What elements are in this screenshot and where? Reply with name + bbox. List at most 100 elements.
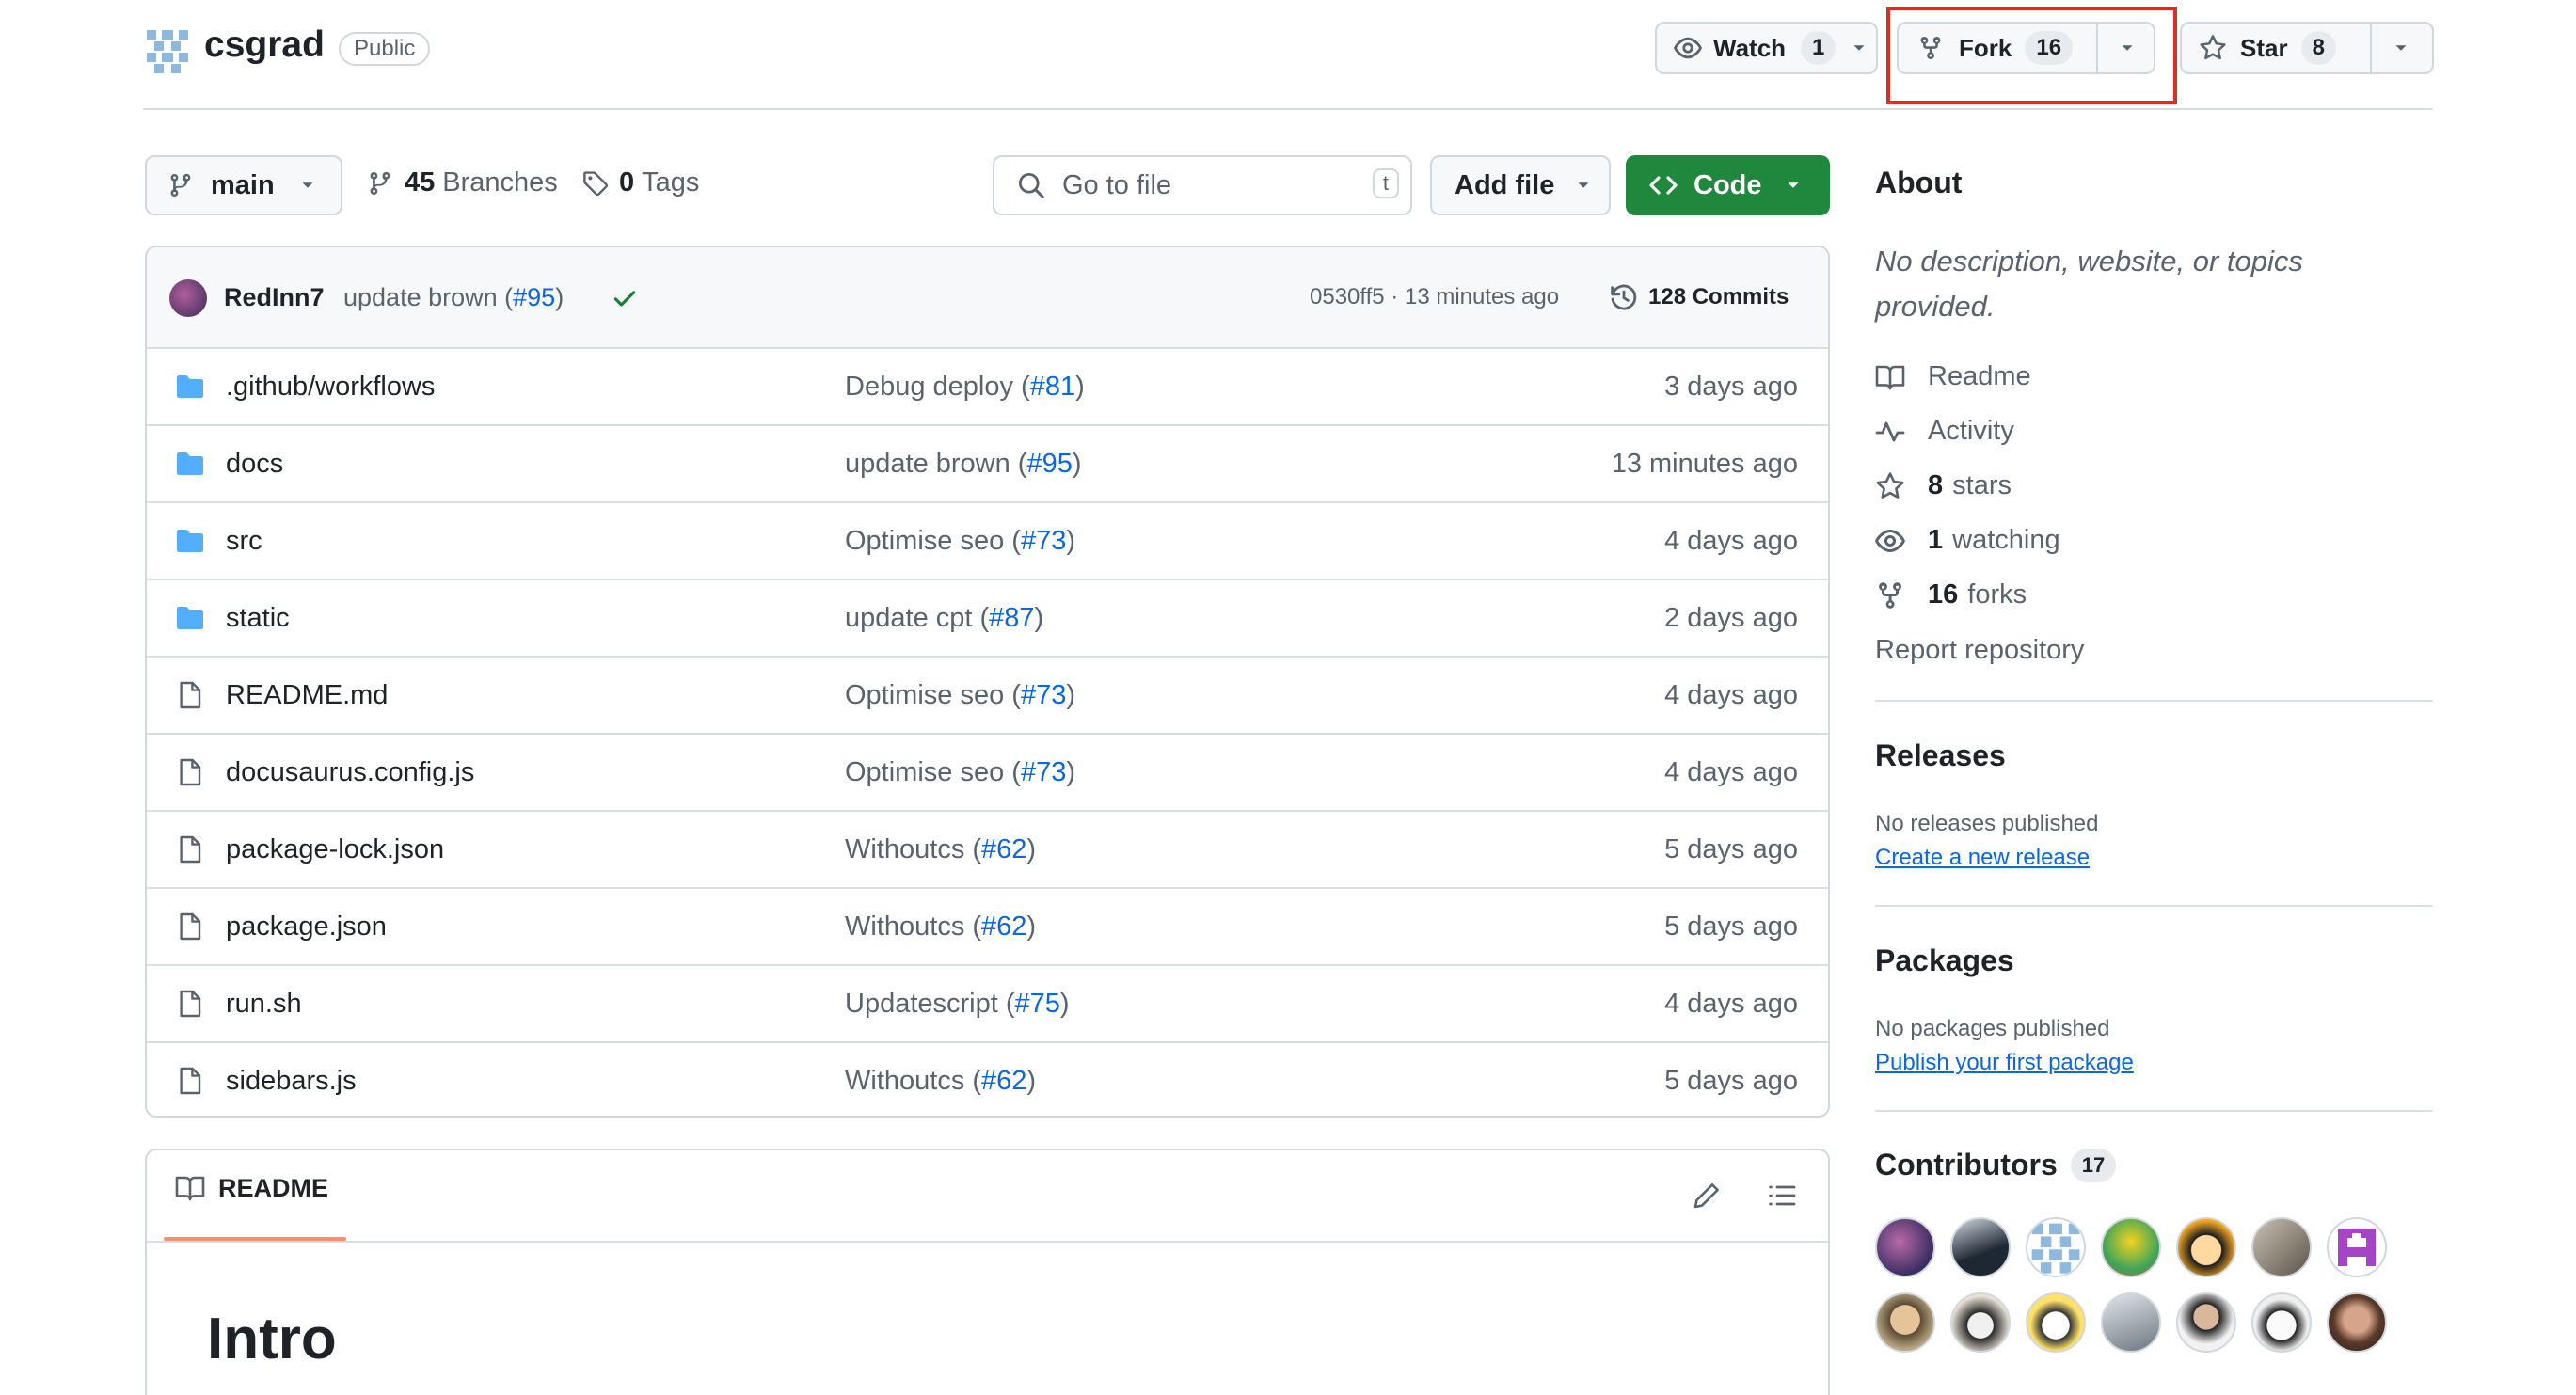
branches-link[interactable]: 45 Branches <box>367 167 558 198</box>
contributor-avatar[interactable] <box>1950 1217 2011 1277</box>
file-row[interactable]: .github/workflows Debug deploy (#81) 3 day… <box>147 347 1828 424</box>
code-label: Code <box>1693 169 1762 200</box>
author-avatar[interactable] <box>169 279 207 317</box>
file-commit-pr-link[interactable]: #73 <box>1021 680 1066 710</box>
file-row[interactable]: src Optimise seo (#73) 4 days ago <box>147 501 1828 579</box>
commit-message[interactable]: update brown (#95) <box>343 283 564 312</box>
file-commit-message[interactable]: Optimise seo (#73) <box>845 680 1075 711</box>
file-row[interactable]: sidebars.js Withoutcs (#62) 5 days ago <box>147 1041 1828 1116</box>
star-button[interactable]: Star 8 <box>2180 22 2434 74</box>
readme-tab[interactable]: README <box>175 1173 328 1203</box>
contributor-avatar[interactable] <box>2327 1217 2387 1277</box>
file-row[interactable]: docs update brown (#95) 13 minutes ago <box>147 424 1828 501</box>
about-readme-link[interactable]: Readme <box>1875 361 2031 392</box>
contributor-avatar[interactable] <box>2101 1292 2161 1353</box>
commit-message-end: ) <box>555 282 564 311</box>
file-row[interactable]: package-lock.json Withoutcs (#62) 5 days a… <box>147 810 1828 887</box>
contributor-avatar[interactable] <box>1875 1217 1935 1277</box>
readme-header-divider <box>147 1241 1828 1243</box>
about-activity-link[interactable]: Activity <box>1875 416 2014 447</box>
contributor-avatar[interactable] <box>2176 1217 2236 1277</box>
commit-hash[interactable]: 0530ff5 <box>1310 284 1385 309</box>
contributor-avatar[interactable] <box>2176 1292 2236 1353</box>
about-title: About <box>1875 166 1963 199</box>
file-commit-pr-link[interactable]: #62 <box>981 834 1026 864</box>
repo-name[interactable]: csgrad <box>204 24 325 66</box>
contributor-avatar[interactable] <box>1950 1292 2011 1353</box>
watch-button[interactable]: Watch 1 <box>1655 22 1878 74</box>
releases-title[interactable]: Releases <box>1875 738 2006 773</box>
commit-author[interactable]: RedInn7 <box>224 283 325 312</box>
file-commit-pr-link[interactable]: #87 <box>989 603 1034 633</box>
file-commit-pr-link[interactable]: #73 <box>1021 757 1066 787</box>
about-watching-link[interactable]: 1 watching <box>1875 525 2060 556</box>
contributor-avatar[interactable] <box>2251 1292 2312 1353</box>
contributors-header[interactable]: Contributors 17 <box>1875 1148 2117 1182</box>
star-menu-chevron-icon[interactable] <box>2391 38 2411 58</box>
about-forks-link[interactable]: 16 forks <box>1875 579 2027 610</box>
contributor-avatar[interactable] <box>2251 1217 2312 1277</box>
about-stars-link[interactable]: 8 stars <box>1875 470 2012 501</box>
releases-divider <box>1875 905 2433 907</box>
file-name[interactable]: README.md <box>226 680 388 711</box>
file-commit-pr-link[interactable]: #62 <box>981 1066 1026 1096</box>
contributor-avatar[interactable] <box>2026 1217 2086 1277</box>
commit-message-text: update brown ( <box>343 282 514 311</box>
file-commit-close: ) <box>1059 988 1070 1019</box>
contributor-avatar[interactable] <box>2327 1292 2387 1353</box>
add-file-button[interactable]: Add file <box>1430 155 1611 215</box>
file-row[interactable]: docusaurus.config.js Optimise seo (#73) 4 … <box>147 733 1828 810</box>
repo-forked-icon <box>1879 581 1901 609</box>
tags-link[interactable]: 0 Tags <box>581 167 699 198</box>
packages-title[interactable]: Packages <box>1875 943 2014 978</box>
file-commit-message[interactable]: Updatescript (#75) <box>845 989 1070 1020</box>
file-commit-pr-link[interactable]: #95 <box>1026 449 1072 479</box>
list-unordered-icon[interactable] <box>1767 1181 1797 1211</box>
folder-icon-wrap <box>175 603 205 633</box>
branches-label: Branches <box>442 167 558 198</box>
file-row[interactable]: static update cpt (#87) 2 days ago <box>147 579 1828 656</box>
report-repository-link[interactable]: Report repository <box>1875 635 2084 666</box>
file-commit-message[interactable]: update cpt (#87) <box>845 603 1043 634</box>
file-row[interactable]: README.md Optimise seo (#73) 4 days ago <box>147 656 1828 733</box>
file-name[interactable]: docs <box>226 449 283 480</box>
file-commit-message[interactable]: Withoutcs (#62) <box>845 834 1036 865</box>
file-name[interactable]: package.json <box>226 912 387 943</box>
folder-icon <box>177 452 203 475</box>
file-commit-message[interactable]: Withoutcs (#62) <box>845 912 1036 943</box>
branch-select[interactable]: main <box>145 155 342 215</box>
file-commit-message[interactable]: Optimise seo (#73) <box>845 526 1075 557</box>
file-commit-age: 3 days ago <box>1664 371 1798 402</box>
file-commit-pr-link[interactable]: #62 <box>981 912 1026 942</box>
file-name[interactable]: src <box>226 526 262 557</box>
go-to-file-search[interactable]: Go to file t <box>993 155 1412 215</box>
file-name[interactable]: static <box>226 603 290 634</box>
contributor-avatar[interactable] <box>2101 1217 2161 1277</box>
file-commit-pr-link[interactable]: #81 <box>1030 372 1075 402</box>
folder-icon-wrap <box>175 526 205 556</box>
file-name[interactable]: .github/workflows <box>226 372 435 403</box>
file-commit-message[interactable]: update brown (#95) <box>845 449 1082 480</box>
file-name[interactable]: sidebars.js <box>226 1066 357 1097</box>
file-commit-message[interactable]: Withoutcs (#62) <box>845 1066 1036 1097</box>
contributor-avatar[interactable] <box>1875 1292 1935 1353</box>
file-commit-message[interactable]: Optimise seo (#73) <box>845 757 1075 788</box>
publish-package-link[interactable]: Publish your first package <box>1875 1050 2134 1076</box>
file-commit-pr-link[interactable]: #75 <box>1015 989 1060 1019</box>
file-name[interactable]: run.sh <box>226 989 302 1020</box>
code-button[interactable]: Code <box>1626 155 1830 215</box>
file-commit-message[interactable]: Debug deploy (#81) <box>845 372 1085 403</box>
commits-link[interactable]: 128 Commits <box>1609 282 1789 312</box>
packages-empty-text: No packages published <box>1875 1016 2110 1041</box>
folder-icon-wrap <box>175 449 205 479</box>
file-row[interactable]: run.sh Updatescript (#75) 4 days ago <box>147 964 1828 1041</box>
file-name[interactable]: package-lock.json <box>226 834 444 865</box>
file-commit-pr-link[interactable]: #73 <box>1021 526 1066 556</box>
releases-empty-text: No releases published <box>1875 811 2099 836</box>
pencil-icon[interactable] <box>1692 1181 1722 1211</box>
contributor-avatar[interactable] <box>2026 1292 2086 1353</box>
file-name[interactable]: docusaurus.config.js <box>226 757 474 788</box>
commit-pr-link[interactable]: #95 <box>513 283 555 311</box>
file-row[interactable]: package.json Withoutcs (#62) 5 days ago <box>147 887 1828 964</box>
create-release-link[interactable]: Create a new release <box>1875 845 2090 871</box>
